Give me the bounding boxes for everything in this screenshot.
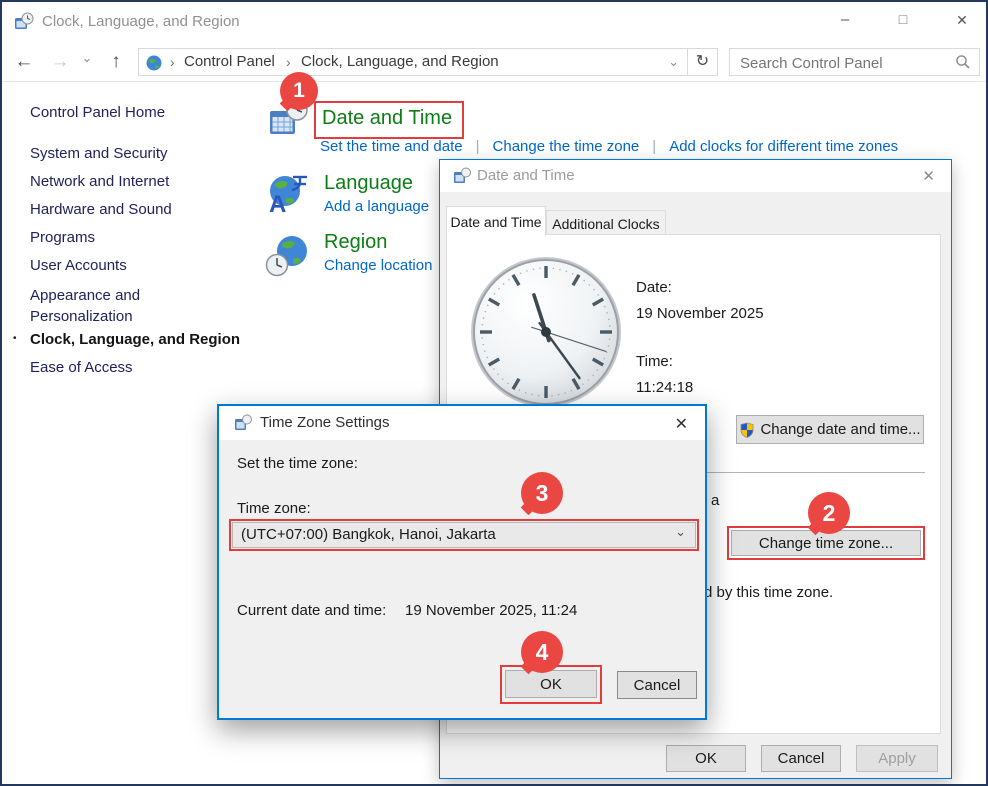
dialog-titlebar: Time Zone Settings ✕ [219,406,705,440]
current-datetime-value: 19 November 2025, 11:24 [405,602,577,619]
sidebar-item-system-security[interactable]: System and Security [30,145,168,162]
sidebar-item-ease-of-access[interactable]: Ease of Access [30,359,133,376]
change-date-time-button[interactable]: Change date and time... [736,415,924,444]
search-input[interactable] [738,51,942,75]
cancel-button[interactable]: Cancel [617,671,697,699]
back-button[interactable]: ← [10,48,38,76]
button-label: Cancel [778,750,825,767]
annotation-step-4: 4 [521,631,563,673]
sidebar-item-hardware-sound[interactable]: Hardware and Sound [30,201,172,218]
link-separator: | [476,138,480,155]
time-value: 11:24:18 [636,379,693,396]
link-set-time-date[interactable]: Set the time and date [320,138,463,155]
dst-text-partial: d by this time zone. [704,584,833,601]
toolbar-divider [2,81,986,82]
crumb-separator: › [170,49,175,75]
dialog-close-icon[interactable]: ✕ [675,414,688,434]
link-add-language[interactable]: Add a language [324,198,429,215]
tab-label: Additional Clocks [552,216,659,232]
date-label: Date: [636,279,672,296]
date-value: 19 November 2025 [636,305,764,322]
breadcrumb-control-panel[interactable]: Control Panel [184,49,275,75]
search-icon[interactable] [955,54,971,70]
dialog-title: Time Zone Settings [260,414,390,431]
language-icon: A [266,170,312,216]
region-heading[interactable]: Region [324,231,387,254]
uac-shield-icon [739,422,755,438]
timezone-dialog-icon [234,414,252,432]
tab-label: Date and Time [450,214,541,230]
address-dropdown-icon[interactable]: ⌄ [668,49,679,75]
link-add-clocks[interactable]: Add clocks for different time zones [669,138,898,155]
set-timezone-label: Set the time zone: [237,455,358,472]
annotation-step-2: 2 [808,492,850,534]
forward-button[interactable]: → [46,48,74,76]
date-time-highlight-box [314,101,464,139]
control-panel-icon [145,54,163,72]
control-panel-window: Clock, Language, and Region – □ ✕ ← → ⌄ … [0,0,988,786]
history-dropdown-icon[interactable]: ⌄ [76,44,98,72]
date-time-dialog-icon [453,167,471,185]
region-icon [264,232,312,280]
link-change-time-zone[interactable]: Change the time zone [493,138,640,155]
sidebar-item-user-accounts[interactable]: User Accounts [30,257,127,274]
timezone-text-partial: a [711,492,719,509]
search-box[interactable] [729,48,980,76]
button-label: Change date and time... [760,421,920,438]
timezone-settings-dialog: Time Zone Settings ✕ Set the time zone: … [217,404,707,720]
refresh-button[interactable]: ↻ [687,48,718,76]
annotation-step-3: 3 [521,472,563,514]
tab-date-and-time[interactable]: Date and Time [446,206,546,236]
dialog-titlebar: Date and Time ✕ [440,160,951,192]
crumb-separator: › [286,49,291,75]
current-datetime-label: Current date and time: [237,602,386,619]
language-heading[interactable]: Language [324,172,413,195]
cancel-button[interactable]: Cancel [761,745,841,772]
sidebar-item-appearance-personalization[interactable]: Appearance and Personalization [30,285,190,327]
annotation-step-1: 1 [280,72,318,110]
window-clock-icon [14,12,34,32]
breadcrumb-clock-language-region[interactable]: Clock, Language, and Region [301,49,499,75]
active-item-bullet: • [13,333,17,344]
analog-clock [467,253,625,411]
close-button[interactable]: ✕ [940,4,984,36]
link-change-location[interactable]: Change location [324,257,432,274]
sidebar-item-network-internet[interactable]: Network and Internet [30,173,169,190]
button-label: OK [695,750,717,767]
sidebar-item-clock-language-region[interactable]: Clock, Language, and Region [30,331,240,348]
link-separator: | [652,138,656,155]
dialog-title: Date and Time [477,167,575,184]
sidebar-item-programs[interactable]: Programs [30,229,95,246]
button-label: Apply [878,750,916,767]
ok-button[interactable]: OK [666,745,746,772]
address-bar[interactable]: › Control Panel › Clock, Language, and R… [138,48,688,76]
up-button[interactable]: ↑ [102,48,130,76]
timezone-label: Time zone: [237,500,311,517]
button-label: Cancel [634,677,681,694]
date-time-links: Set the time and date | Change the time … [320,138,898,155]
tab-additional-clocks[interactable]: Additional Clocks [546,210,666,236]
maximize-button[interactable]: □ [881,4,925,36]
minimize-button[interactable]: – [823,4,867,36]
timezone-dropdown-highlight-box [229,519,699,551]
window-title: Clock, Language, and Region [42,13,240,30]
apply-button[interactable]: Apply [856,745,938,772]
time-label: Time: [636,353,673,370]
svg-text:A: A [269,191,286,216]
dialog-close-icon[interactable]: ✕ [922,167,935,185]
sidebar-item-home[interactable]: Control Panel Home [30,104,165,121]
